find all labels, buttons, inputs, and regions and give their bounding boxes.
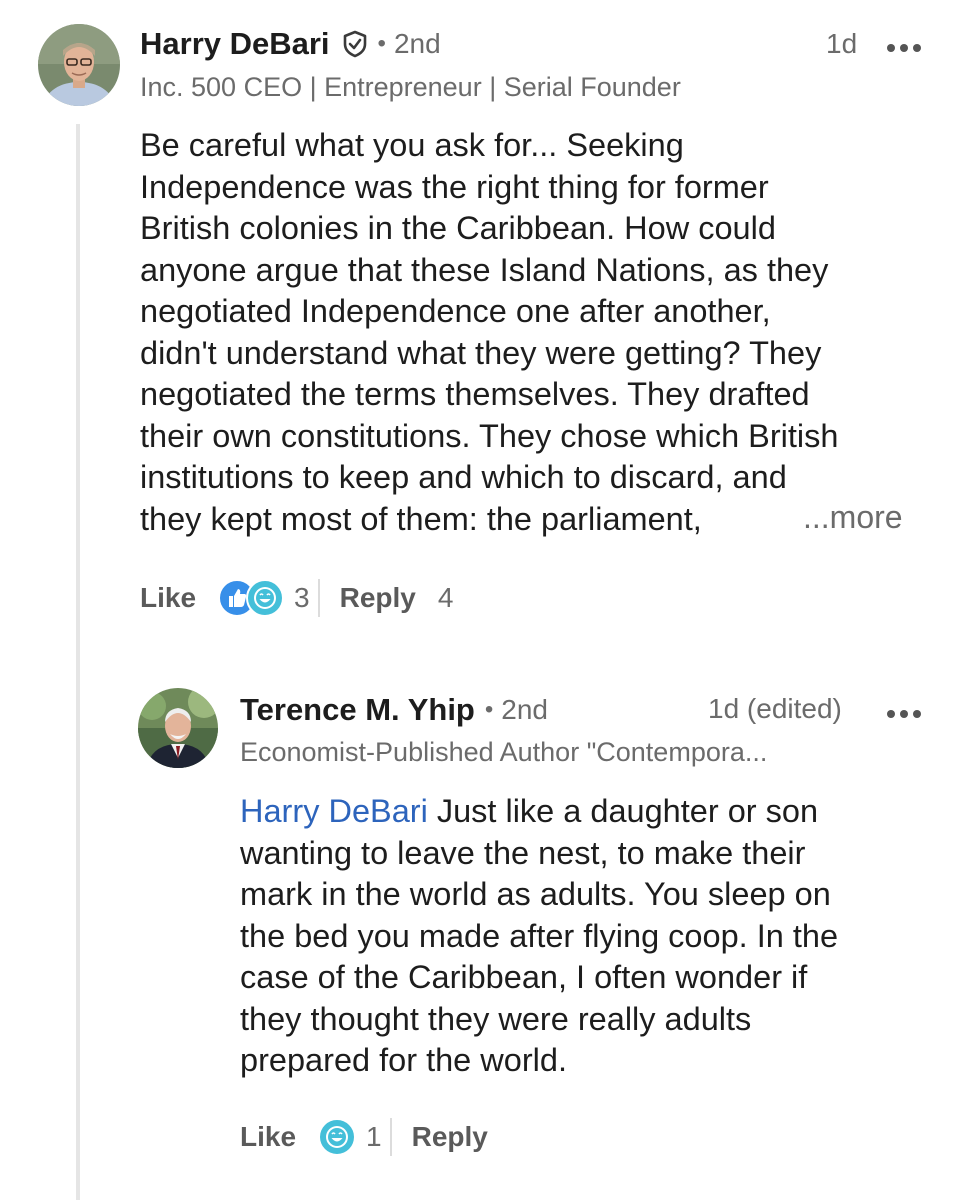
reply-count[interactable]: 4 [438, 582, 454, 614]
comment-body: Be careful what you ask for... Seeking I… [140, 127, 839, 537]
funny-reaction-icon [246, 579, 285, 617]
reply-actions: Like 1 Reply [240, 1115, 488, 1159]
comment-actions: Like 3 Reply 4 [140, 576, 453, 620]
comment-time: 1d [826, 28, 858, 59]
author-name[interactable]: Harry DeBari [140, 26, 330, 62]
reaction-count[interactable]: 3 [294, 582, 310, 614]
avatar[interactable] [138, 688, 218, 768]
divider [389, 1118, 392, 1156]
reply-body-first-line: Just like a daughter or son [427, 793, 819, 829]
connection-degree: 2nd [501, 694, 548, 725]
mention-link[interactable]: Harry DeBari [240, 793, 428, 829]
avatar[interactable] [38, 24, 120, 106]
verified-shield-icon [342, 30, 368, 58]
reaction-summary[interactable] [318, 1118, 357, 1156]
author-headline: Economist-Published Author "Contempora..… [240, 737, 768, 767]
more-options-icon[interactable] [886, 40, 922, 52]
author-headline: Inc. 500 CEO | Entrepreneur | Serial Fou… [140, 72, 681, 102]
separator-dot: • [484, 696, 494, 723]
reply-body-rest: wanting to leave the nest, to make their… [240, 834, 839, 1079]
funny-reaction-icon [318, 1118, 357, 1156]
reply-body: Harry DeBari Just like a daughter or son… [240, 791, 940, 1082]
reaction-count[interactable]: 1 [366, 1121, 382, 1153]
reply-button[interactable]: Reply [412, 1121, 488, 1153]
author-name[interactable]: Terence M. Yhip [240, 692, 475, 728]
thread-line [76, 124, 80, 1200]
author-row: Harry DeBari • 2nd [140, 24, 441, 64]
like-button[interactable]: Like [140, 582, 196, 614]
reply-time: 1d (edited) [708, 693, 842, 724]
reaction-summary[interactable] [218, 579, 285, 617]
reply-button[interactable]: Reply [340, 582, 416, 614]
see-more-link[interactable]: ...more [803, 499, 903, 536]
divider [317, 579, 320, 617]
separator-dot: • [377, 30, 386, 57]
comments-thread: Harry DeBari • 2nd 1d Inc. 500 CEO | Ent… [0, 0, 969, 1200]
author-row: Terence M. Yhip • 2nd [240, 690, 548, 730]
more-options-icon[interactable] [886, 706, 922, 718]
like-button[interactable]: Like [240, 1121, 296, 1153]
connection-degree: 2nd [393, 28, 441, 59]
